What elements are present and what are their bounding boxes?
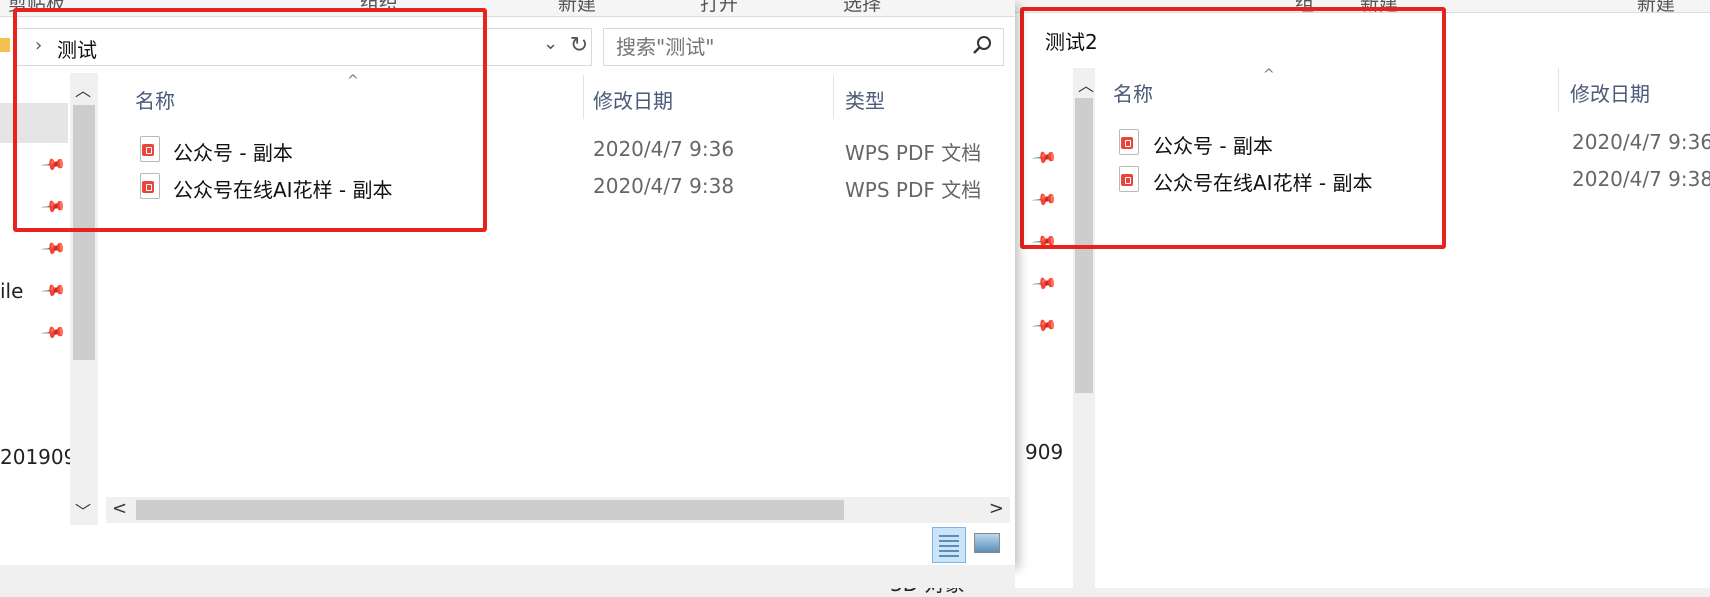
column-header-date[interactable]: 修改日期 <box>593 85 673 114</box>
pin-icon: 📌 <box>1031 269 1059 298</box>
ribbon-fragment[interactable]: 打开 <box>700 0 738 16</box>
explorer-window-right: 组 新建 新建 测试2 ︿ 📌 📌 📌 📌 📌 909 ^ 名称 修改日期 公众… <box>890 0 1710 596</box>
desktop-area <box>0 565 1015 588</box>
large-icons-view-icon[interactable] <box>974 533 1000 553</box>
horizontal-scrollbar[interactable]: < > <box>106 497 1010 523</box>
refresh-icon[interactable]: ↻ <box>566 30 592 62</box>
ribbon-fragment[interactable]: 新建 <box>1637 0 1675 12</box>
file-date: 2020/4/7 9:36 <box>1572 130 1710 154</box>
folder-icon <box>0 38 10 52</box>
nav-item-fragment[interactable]: 909 <box>1025 440 1063 464</box>
file-type: WPS PDF 文档 <box>845 178 982 202</box>
chevron-down-icon[interactable]: ⌄ <box>543 33 558 54</box>
details-view-icon[interactable] <box>932 527 966 563</box>
highlight-box <box>1020 7 1446 249</box>
ribbon-fragment[interactable]: 选择 <box>843 0 881 16</box>
scroll-down-icon[interactable]: ﹀ <box>75 498 91 522</box>
file-date: 2020/4/7 9:36 <box>593 137 735 161</box>
column-header-type[interactable]: 类型 <box>845 85 885 114</box>
file-date: 2020/4/7 9:38 <box>593 174 735 198</box>
highlight-box <box>13 8 487 232</box>
scroll-right-icon[interactable]: > <box>989 498 1004 519</box>
horizontal-scroll-thumb[interactable] <box>136 500 844 520</box>
nav-item-fragment[interactable]: ile <box>0 279 23 303</box>
scroll-left-icon[interactable]: < <box>112 498 127 519</box>
file-date: 2020/4/7 9:38 <box>1572 167 1710 191</box>
search-input[interactable] <box>614 33 958 61</box>
search-icon[interactable] <box>971 34 993 56</box>
column-header-date[interactable]: 修改日期 <box>1570 78 1650 107</box>
explorer-window-left: 剪贴板 组织 新建 打开 选择 › 测试 ⌄ ↻ 📌 📌 📌 📌 📌 ile 2… <box>0 0 1015 565</box>
ribbon-fragment[interactable]: 新建 <box>558 0 596 16</box>
pin-icon: 📌 <box>1031 311 1059 340</box>
nav-item-fragment[interactable]: 201909 <box>0 445 76 469</box>
file-type: WPS PDF 文档 <box>845 141 982 165</box>
search-box[interactable] <box>603 28 1004 66</box>
